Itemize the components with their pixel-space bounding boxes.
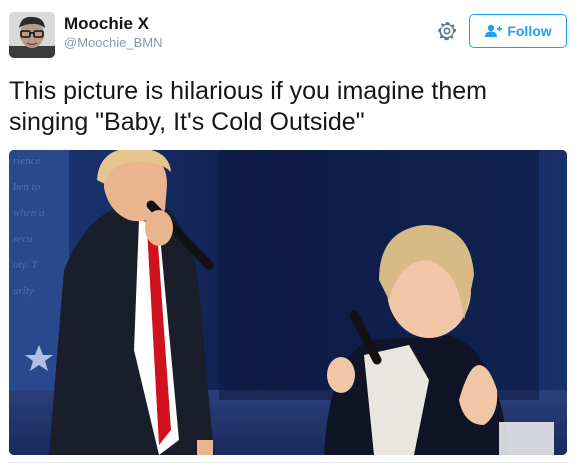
avatar[interactable]	[9, 12, 55, 58]
tweet-card: Moochie X @Moochie_BMN Follow This pictu…	[0, 0, 587, 466]
add-user-icon	[484, 24, 503, 38]
svg-text:ben to: ben to	[13, 181, 41, 193]
debate-photo: rience ben to when a secu oty. T urity	[9, 150, 567, 455]
follow-button[interactable]: Follow	[469, 14, 567, 48]
tweet-photo[interactable]: rience ben to when a secu oty. T urity	[9, 150, 567, 455]
user-handle[interactable]: @Moochie_BMN	[64, 34, 162, 52]
tweet-text: This picture is hilarious if you imagine…	[9, 76, 569, 138]
avatar-image	[9, 12, 55, 58]
tweet-text-line: singing "Baby, It's Cold Outside"	[9, 108, 365, 136]
svg-text:when a: when a	[13, 207, 45, 219]
gear-icon[interactable]	[436, 20, 458, 42]
tweet-text-line: This picture is hilarious if you imagine…	[9, 77, 487, 105]
follow-label: Follow	[507, 23, 552, 39]
display-name[interactable]: Moochie X	[64, 14, 162, 34]
author-block[interactable]: Moochie X @Moochie_BMN	[64, 14, 162, 52]
divider	[9, 462, 567, 463]
svg-text:oty. T: oty. T	[13, 259, 38, 271]
svg-text:urity: urity	[13, 285, 34, 297]
svg-text:secu: secu	[13, 233, 33, 245]
svg-text:rience: rience	[13, 155, 41, 167]
